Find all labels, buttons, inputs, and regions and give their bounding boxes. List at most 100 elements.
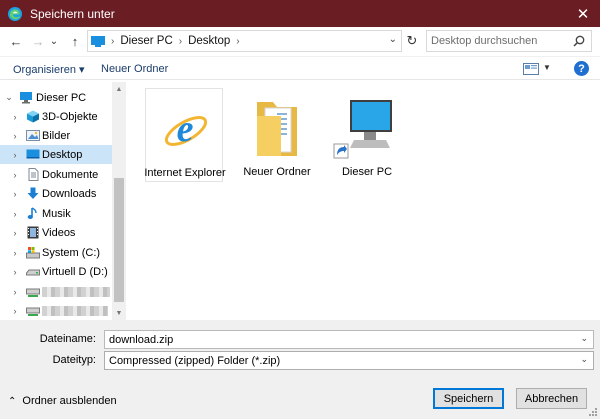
filename-input[interactable] [109,333,569,346]
close-icon: ✕ [576,5,590,23]
chevron-down-icon[interactable]: ⌄ [580,354,588,365]
file-item-internet-explorer[interactable]: e Internet Explorer [144,88,226,182]
folder-icon [257,102,297,156]
chevron-right-icon[interactable]: › [10,287,20,297]
download-icon [27,187,39,199]
tree-item-bilder[interactable]: › Bilder [0,126,112,145]
scroll-down-icon[interactable]: ▼ [112,306,126,320]
chevron-right-icon[interactable]: › [10,131,20,141]
edge-icon [8,6,22,21]
view-options-caret-icon[interactable]: ▼ [543,63,551,72]
navigation-pane-scrollbar[interactable]: ▲ ▼ [112,82,126,320]
navigation-pane[interactable]: ⌄ Dieser PC › 3D-Objekte › Bilder › Desk… [0,82,126,320]
redacted-label [42,287,110,297]
filename-field[interactable]: ⌄ [104,330,594,349]
breadcrumb-separator: › [111,35,115,47]
tree-item-downloads[interactable]: › Downloads [0,184,112,203]
window-title: Speichern unter [30,6,115,21]
desktop-icon [26,149,40,159]
command-bar: Organisieren ▾ Neuer Ordner ▼ ? [0,56,600,80]
redacted-label [42,306,108,316]
tree-item-3d-objekte[interactable]: › 3D-Objekte [0,107,112,126]
search-icon [573,35,585,47]
address-bar[interactable]: › Dieser PC › Desktop › ⌄ [87,30,402,52]
organize-button[interactable]: Organisieren ▾ [13,63,85,76]
system-drive-icon [26,247,40,259]
file-item-dieser-pc[interactable]: Dieser PC [328,88,406,182]
breadcrumb-separator: › [178,35,183,47]
tree-item-system-c[interactable]: › System (C:) [0,243,112,262]
file-item-neuer-ordner[interactable]: Neuer Ordner [238,88,316,182]
up-button[interactable]: ↑ [66,32,84,50]
tree-item-dokumente[interactable]: › Dokumente [0,165,112,184]
arrow-up-icon: ↑ [71,33,79,49]
recent-locations-button[interactable]: ⌄ [48,32,60,50]
filename-label: Dateiname: [39,333,96,345]
svg-text:e: e [177,108,194,150]
address-dropdown-icon[interactable]: ⌄ [389,34,397,45]
tree-item-desktop[interactable]: › Desktop [0,145,112,164]
new-folder-button[interactable]: Neuer Ordner [101,63,168,75]
chevron-right-icon[interactable]: › [10,267,20,277]
resize-grip-icon[interactable] [588,407,598,417]
pictures-icon [26,130,40,141]
refresh-button[interactable]: ↻ [403,30,421,52]
file-label: Dieser PC [341,166,393,178]
network-drive-icon [26,288,40,297]
help-icon[interactable]: ? [574,61,589,76]
chevron-down-icon[interactable]: ⌄ [4,92,14,103]
back-button[interactable]: ← [7,32,25,50]
chevron-down-icon[interactable]: ⌄ [580,333,588,344]
filetype-label: Dateityp: [52,354,96,366]
hide-folders-label: Ordner ausblenden [22,395,117,407]
tree-item-label: Virtuell D (D:) [42,265,108,278]
refresh-icon: ↻ [406,33,418,48]
save-button[interactable]: Speichern [433,388,504,409]
chevron-up-icon: ⌃ [8,395,17,407]
tree-item-musik[interactable]: › Musik [0,204,112,223]
dialog-footer: ⌃ Ordner ausblenden Speichern Abbrechen [0,372,600,419]
filetype-value: Compressed (zipped) Folder (*.zip) [109,354,281,367]
chevron-right-icon[interactable]: › [10,209,20,219]
chevron-right-icon[interactable]: › [10,150,20,160]
cube-icon [27,110,39,123]
scrollbar-thumb[interactable] [114,178,124,302]
close-button[interactable]: ✕ [566,0,600,27]
chevron-right-icon[interactable]: › [10,189,20,199]
search-input[interactable] [431,35,571,47]
breadcrumb-separator: › [236,35,240,47]
cancel-button[interactable]: Abbrechen [516,388,587,409]
tree-item-label: Musik [42,207,71,220]
chevron-right-icon[interactable]: › [10,248,20,258]
file-label: Neuer Ordner [243,166,311,178]
drive-icon [26,269,40,276]
filetype-select[interactable]: Compressed (zipped) Folder (*.zip) ⌄ [104,351,594,370]
computer-shortcut-icon [333,100,392,159]
computer-icon [91,35,105,47]
scroll-up-icon[interactable]: ▲ [112,82,126,96]
file-list[interactable]: e Internet Explorer Neuer Ordner Dieser … [127,82,600,320]
tree-item-videos[interactable]: › Videos [0,223,112,242]
tree-item-dieser-pc[interactable]: ⌄ Dieser PC [0,88,112,107]
chevron-down-icon: ⌄ [49,35,59,47]
forward-button[interactable]: → [29,32,47,50]
chevron-right-icon[interactable]: › [10,170,20,180]
hide-folders-toggle[interactable]: ⌃ Ordner ausblenden [8,395,117,407]
chevron-right-icon[interactable]: › [10,112,20,122]
arrow-right-icon: → [31,33,45,49]
tree-item-label: Dokumente [42,168,99,181]
chevron-right-icon[interactable]: › [10,228,20,238]
chevron-right-icon[interactable]: › [10,306,20,316]
tree-item-label: Desktop [42,148,83,161]
breadcrumb-desktop[interactable]: Desktop [188,35,230,47]
tree-item-network-drive[interactable]: › [0,282,112,301]
title-bar: Speichern unter ✕ [0,0,600,27]
tree-item-network-drive[interactable]: › [0,301,112,320]
help-glyph: ? [578,62,585,75]
network-drive-icon [26,307,40,316]
view-options-icon[interactable] [523,63,539,75]
computer-icon [20,92,32,104]
tree-item-virtuell-d[interactable]: › Virtuell D (D:) [0,262,112,281]
breadcrumb-dieser-pc[interactable]: Dieser PC [120,35,172,47]
search-box[interactable] [426,30,592,52]
